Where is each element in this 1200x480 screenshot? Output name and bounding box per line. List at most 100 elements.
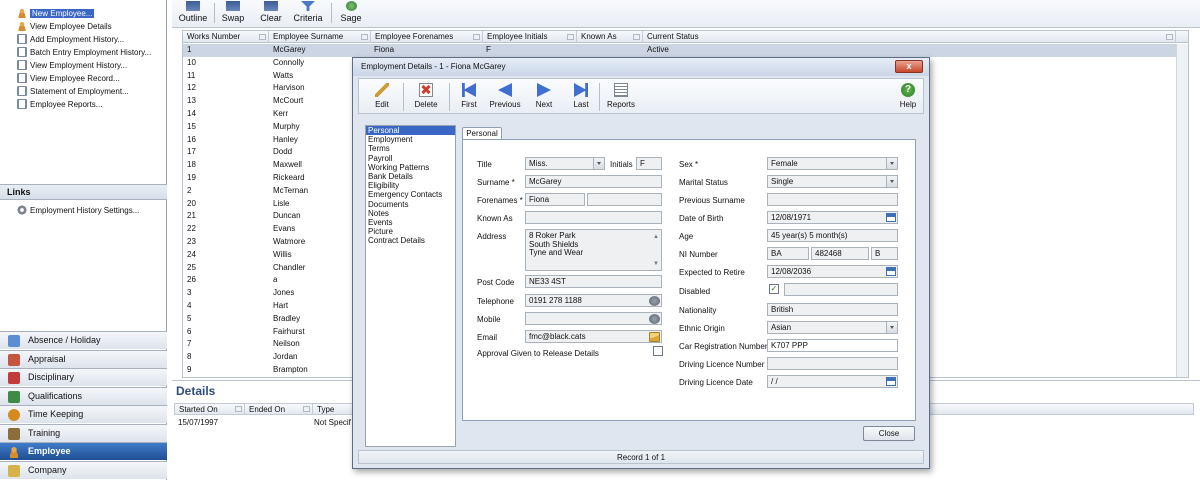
nav-events[interactable]: Events <box>366 218 455 227</box>
module-qualifications[interactable]: Qualifications <box>0 386 167 405</box>
column-header-works-number[interactable]: Works Number <box>183 31 269 43</box>
sage-button[interactable]: Sage <box>338 0 364 26</box>
task-view-employment-history[interactable]: View Employment History... <box>17 60 127 72</box>
task-view-employee-record[interactable]: View Employee Record... <box>17 73 120 85</box>
ni-number-digits-field[interactable]: 482468 <box>811 247 869 260</box>
calendar-icon[interactable] <box>886 213 896 222</box>
column-header-forenames[interactable]: Employee Forenames <box>371 31 483 43</box>
column-header-current-status[interactable]: Current Status <box>643 31 1176 43</box>
previous-button[interactable]: Previous <box>487 81 523 113</box>
nav-picture[interactable]: Picture <box>366 227 455 236</box>
marital-status-select[interactable]: Single <box>767 175 898 188</box>
task-statement-of-employment[interactable]: Statement of Employment... <box>17 86 129 98</box>
filter-dropdown-icon[interactable] <box>361 34 368 40</box>
link-employment-history-settings[interactable]: Employment History Settings... <box>17 205 139 217</box>
module-absence-holiday[interactable]: Absence / Holiday <box>0 331 167 349</box>
sex-select[interactable]: Female <box>767 157 898 170</box>
envelope-icon[interactable] <box>649 332 660 342</box>
nationality-field[interactable]: British <box>767 303 898 316</box>
task-employee-reports[interactable]: Employee Reports... <box>17 99 102 111</box>
module-training[interactable]: Training <box>0 423 167 442</box>
licence-number-field[interactable] <box>767 357 898 370</box>
module-employee[interactable]: Employee <box>0 442 167 460</box>
appraisal-icon <box>8 353 20 366</box>
column-header-ended-on[interactable]: Ended On <box>245 404 313 415</box>
column-header-known-as[interactable]: Known As <box>577 31 643 43</box>
licence-date-field[interactable]: / / <box>767 375 898 388</box>
nav-notes[interactable]: Notes <box>366 209 455 218</box>
previous-surname-field[interactable] <box>767 193 898 206</box>
reports-button[interactable]: Reports <box>605 81 637 113</box>
post-code-field[interactable]: NE33 4ST <box>525 275 662 288</box>
criteria-button[interactable]: Criteria <box>292 0 324 26</box>
filter-dropdown-icon[interactable] <box>303 406 310 412</box>
nav-eligibility[interactable]: Eligibility <box>366 181 455 190</box>
ni-number-prefix-field[interactable]: BA <box>767 247 809 260</box>
column-header-surname[interactable]: Employee Surname <box>269 31 371 43</box>
scroll-up-icon[interactable]: ▲ <box>653 233 659 242</box>
first-button[interactable]: First <box>457 81 481 113</box>
table-row[interactable]: 1 McGarey Fiona F Active <box>183 44 1188 57</box>
nav-documents[interactable]: Documents <box>366 200 455 209</box>
task-add-employment-history[interactable]: Add Employment History... <box>17 34 124 46</box>
help-button[interactable]: ? Help <box>897 81 919 113</box>
address-field[interactable]: 8 Roker Park South Shields Tyne and Wear… <box>525 229 662 271</box>
grid-scrollbar[interactable] <box>1176 44 1188 377</box>
clear-button[interactable]: Clear <box>258 0 284 26</box>
swap-button[interactable]: Swap <box>220 0 246 26</box>
mobile-field[interactable] <box>525 312 662 325</box>
forenames-field[interactable]: Fiona <box>525 193 585 206</box>
nav-emergency-contacts[interactable]: Emergency Contacts <box>366 190 455 199</box>
approval-checkbox[interactable] <box>653 346 663 356</box>
dob-field[interactable]: 12/08/1971 <box>767 211 898 224</box>
forenames-secondary-field[interactable] <box>587 193 662 206</box>
ethnic-origin-select[interactable]: Asian <box>767 321 898 334</box>
email-field[interactable]: fmc@black.cats <box>525 330 662 343</box>
scroll-down-icon[interactable]: ▼ <box>653 260 659 269</box>
nav-bank-details[interactable]: Bank Details <box>366 172 455 181</box>
phone-icon[interactable] <box>649 296 660 306</box>
module-disciplinary[interactable]: Disciplinary <box>0 368 167 386</box>
task-new-employee[interactable]: New Employee... <box>17 8 95 20</box>
nav-employment[interactable]: Employment <box>366 135 455 144</box>
filter-dropdown-icon[interactable] <box>473 34 480 40</box>
filter-dropdown-icon[interactable] <box>567 34 574 40</box>
ni-number-suffix-field[interactable]: B <box>871 247 898 260</box>
nav-terms[interactable]: Terms <box>366 144 455 153</box>
column-header-initials[interactable]: Employee Initials <box>483 31 577 43</box>
filter-dropdown-icon[interactable] <box>1166 34 1173 40</box>
dialog-close-button[interactable]: x <box>895 60 923 73</box>
title-select[interactable]: Miss. <box>525 157 605 170</box>
initials-field[interactable]: F <box>636 157 662 170</box>
edit-button[interactable]: Edit <box>369 81 395 113</box>
close-button[interactable]: Close <box>863 426 915 441</box>
calendar-icon[interactable] <box>886 377 896 386</box>
nav-contract-details[interactable]: Contract Details <box>366 236 455 245</box>
module-appraisal[interactable]: Appraisal <box>0 349 167 368</box>
nav-personal[interactable]: Personal <box>366 126 455 136</box>
nav-payroll[interactable]: Payroll <box>366 154 455 163</box>
telephone-field[interactable]: 0191 278 1188 <box>525 294 662 307</box>
next-button[interactable]: Next <box>531 81 557 113</box>
expected-retire-field[interactable]: 12/08/2036 <box>767 265 898 278</box>
column-header-started-on[interactable]: Started On <box>175 404 245 415</box>
task-batch-entry-history[interactable]: Batch Entry Employment History... <box>17 47 151 59</box>
module-time-keeping[interactable]: Time Keeping <box>0 405 167 423</box>
dialog-title-bar[interactable]: Employment Details - 1 - Fiona McGarey x <box>353 58 929 76</box>
disabled-details-field[interactable] <box>784 283 898 296</box>
surname-field[interactable]: McGarey <box>525 175 662 188</box>
last-button[interactable]: Last <box>569 81 593 113</box>
calendar-icon[interactable] <box>886 267 896 276</box>
task-view-employee-details[interactable]: View Employee Details <box>17 21 112 33</box>
known-as-field[interactable] <box>525 211 662 224</box>
filter-dropdown-icon[interactable] <box>259 34 266 40</box>
phone-icon[interactable] <box>649 314 660 324</box>
nav-working-patterns[interactable]: Working Patterns <box>366 163 455 172</box>
disabled-checkbox[interactable]: ✓ <box>769 284 779 294</box>
filter-dropdown-icon[interactable] <box>633 34 640 40</box>
outline-button[interactable]: Outline <box>178 0 208 26</box>
delete-button[interactable]: Delete <box>411 81 441 113</box>
filter-dropdown-icon[interactable] <box>235 406 242 412</box>
module-company[interactable]: Company <box>0 460 167 479</box>
car-reg-field[interactable]: K707 PPP <box>767 339 898 352</box>
